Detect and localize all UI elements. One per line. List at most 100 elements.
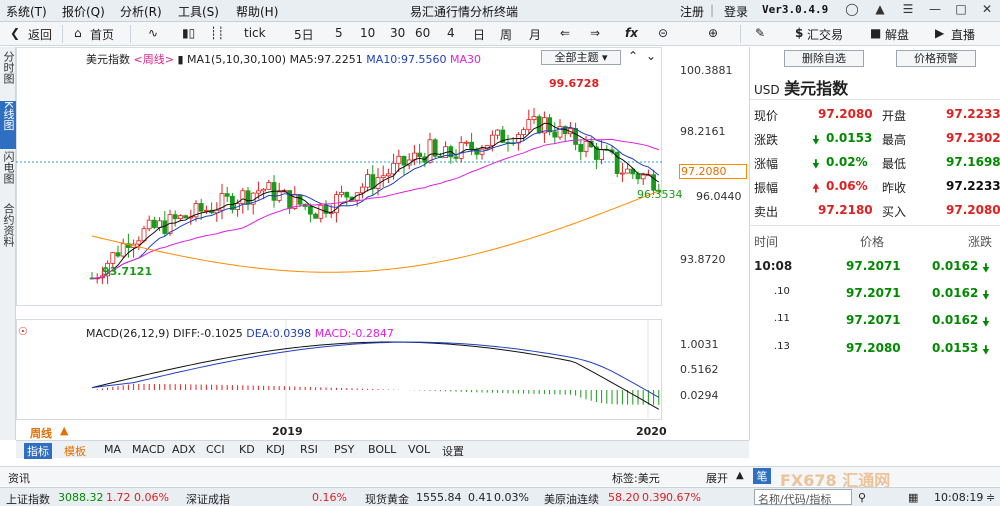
menu-analysis[interactable]: 分析(R) [120, 3, 162, 20]
candle-icon[interactable]: ▮▯ [182, 26, 195, 40]
delete-watchlist-button[interactable]: 删除自选 [784, 50, 864, 67]
tab-settings[interactable]: 设置 [442, 443, 464, 459]
tab-template[interactable]: 模板 [64, 443, 86, 459]
tab-adx[interactable]: ADX [172, 443, 196, 456]
tick-price: 97.2071 [846, 286, 901, 300]
tab-psy[interactable]: PSY [334, 443, 354, 456]
home-button[interactable]: 首页 [90, 26, 114, 43]
back-icon[interactable]: ❮ [10, 26, 20, 40]
menu-tools[interactable]: 工具(S) [178, 3, 219, 20]
search-input[interactable]: 名称/代码/指标 [754, 489, 852, 506]
clock-time: 10:08:19 [934, 491, 984, 504]
tab-rsi[interactable]: RSI [300, 443, 318, 456]
grid-icon[interactable]: ▦ [908, 491, 918, 504]
recent-low-label: 96.3534 [637, 188, 683, 201]
back-button[interactable]: 返回 [28, 26, 52, 43]
period-30min[interactable]: 30 [390, 26, 405, 40]
headset-icon[interactable]: ◯ [843, 2, 861, 19]
pen-icon[interactable]: ✎ [755, 26, 765, 40]
search-placeholder: 名称/代码/指标 [758, 493, 832, 506]
chart-canvas[interactable] [16, 47, 749, 440]
price-alert-button[interactable]: 价格预警 [896, 50, 976, 67]
close-icon[interactable]: ✕ [978, 2, 996, 19]
tick-change: 0.0153 [932, 341, 979, 355]
period-tab-arrow-icon[interactable]: ▲ [60, 424, 68, 437]
candle-body [531, 116, 537, 121]
price-tag: 97.2080 [679, 164, 747, 179]
maximize-icon[interactable]: □ [952, 2, 970, 19]
fx-button[interactable]: fx [625, 26, 638, 40]
candle-body [151, 219, 157, 228]
fx-trade-button[interactable]: 汇交易 [807, 26, 843, 43]
pen-button[interactable]: 笔 [753, 468, 771, 484]
period-month[interactable]: 月 [529, 26, 541, 43]
home-icon[interactable]: ⌂ [74, 26, 82, 40]
period-10min[interactable]: 10 [360, 26, 375, 40]
quote-value: 97.2233 [946, 107, 1000, 121]
tab-cci[interactable]: CCI [206, 443, 225, 456]
candle-body [307, 206, 313, 215]
live-button[interactable]: 直播 [951, 26, 975, 43]
ma5-value: MA5:97.2251 [289, 53, 363, 66]
period-day[interactable]: 日 [473, 26, 485, 43]
arrow-right-icon[interactable]: ⇒ [590, 26, 600, 40]
analysis-icon[interactable]: ■ [870, 26, 881, 40]
minimize-icon[interactable]: — [926, 2, 944, 19]
tab-kline[interactable]: K线图 [0, 101, 16, 149]
theme-dropdown[interactable]: 全部主题 ▾ [541, 50, 621, 65]
tab-macd[interactable]: MACD [132, 443, 165, 456]
quote-value: 97.2080 [946, 203, 1000, 217]
news-tab[interactable]: 资讯 [8, 470, 30, 486]
tab-timeline[interactable]: 分时图 [0, 51, 16, 99]
zoom-in-icon[interactable]: ⊕ [708, 26, 718, 40]
caret-up-icon[interactable]: ▲ [736, 470, 744, 481]
tab-ma[interactable]: MA [104, 443, 121, 456]
bar-chart-icon[interactable]: ┊┊ [210, 26, 224, 40]
tab-indicator[interactable]: 指标 [24, 443, 52, 459]
settings-icon[interactable]: ☰ [899, 2, 917, 19]
menu-quote[interactable]: 报价(Q) [62, 3, 105, 20]
macd-tick-3: 0.0294 [680, 389, 719, 402]
macd-settings-icon[interactable]: ☉ [18, 325, 28, 338]
menu-bar: 系统(T) 报价(Q) 分析(R) 工具(S) 帮助(H) 易汇通行情分析终端 … [0, 0, 1000, 22]
period-4h[interactable]: 4 [447, 26, 455, 40]
candle-body [370, 174, 376, 189]
menu-help[interactable]: 帮助(H) [236, 3, 278, 20]
tab-boll[interactable]: BOLL [368, 443, 396, 456]
tick-price: 97.2080 [846, 341, 901, 355]
candle-body [640, 174, 646, 180]
analysis-button[interactable]: 解盘 [885, 26, 909, 43]
candle-body [365, 174, 371, 188]
period-tab[interactable]: 周线 [30, 425, 52, 441]
tick-button[interactable]: tick [244, 26, 266, 40]
period-5min[interactable]: 5 [335, 26, 343, 40]
tab-kdj[interactable]: KDJ [266, 443, 285, 456]
tab-kd[interactable]: KD [239, 443, 255, 456]
tab-flash[interactable]: 闪电图 [0, 151, 16, 199]
period-5day[interactable]: 5日 [294, 26, 314, 43]
left-tabs: 分时图 K线图 闪电图 合约资料 [0, 47, 16, 440]
login-link[interactable]: 登录 [724, 3, 748, 20]
remove-icon[interactable]: ⊝ [658, 26, 668, 40]
candle-body [261, 188, 267, 192]
chevron-down-icon[interactable]: ⌄ [646, 49, 656, 63]
tab-contract[interactable]: 合约资料 [0, 203, 16, 263]
live-icon[interactable]: ▶ [935, 26, 944, 40]
ma-icon: ▮ [177, 53, 184, 66]
skin-icon[interactable]: ▲ [871, 2, 889, 19]
kline-chart[interactable]: 美元指数 <周线> ▮ MA1(5,10,30,100) MA5:97.2251… [16, 47, 749, 440]
dea-value: DEA:0.0398 [246, 327, 312, 340]
tick-row: .11 97.2071 0.0162 🠟 [750, 309, 1000, 333]
menu-system[interactable]: 系统(T) [6, 3, 47, 20]
register-link[interactable]: 注册 [680, 3, 704, 20]
macd-legend: MACD(26,12,9) DIFF:-0.1025 DEA:0.0398 MA… [86, 327, 394, 340]
line-chart-icon[interactable]: ∿ [148, 26, 158, 40]
chevron-up-icon[interactable]: ⌃ [628, 49, 638, 63]
period-60min[interactable]: 60 [415, 26, 430, 40]
search-icon[interactable]: ⚲ [858, 491, 866, 504]
arrow-left-icon[interactable]: ⇐ [560, 26, 570, 40]
expand-button[interactable]: 展开 [706, 470, 728, 486]
tab-vol[interactable]: VOL [408, 443, 430, 456]
period-week[interactable]: 周 [500, 26, 512, 43]
candle-body [599, 148, 604, 160]
